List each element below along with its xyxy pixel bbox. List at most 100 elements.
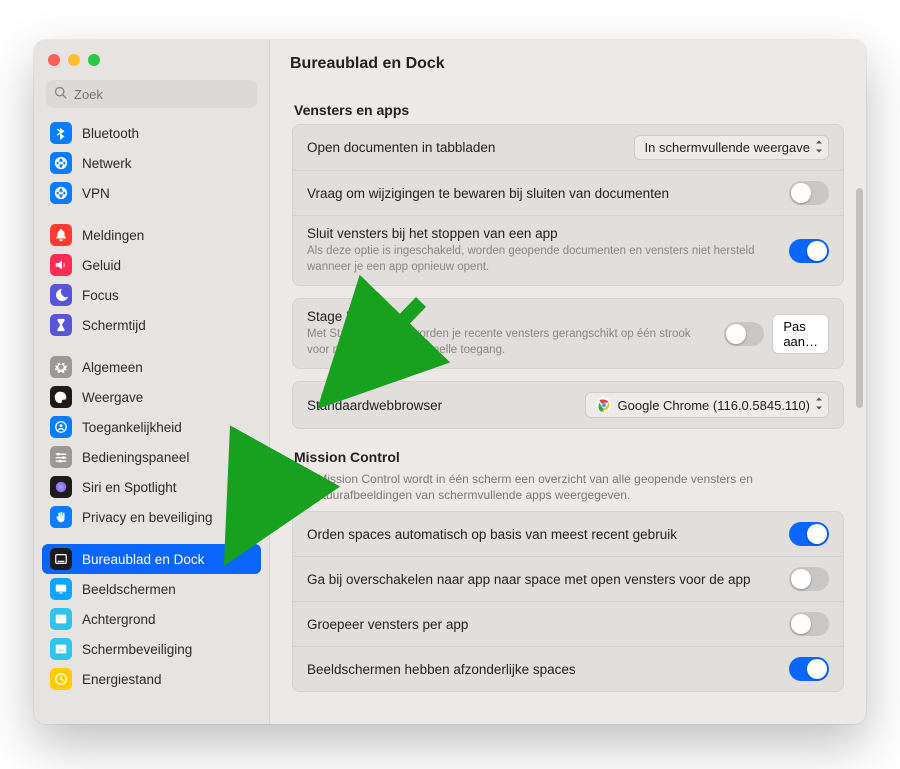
globe-icon (50, 182, 72, 204)
sliders-icon (50, 446, 72, 468)
default-browser-label: Standaardwebbrowser (307, 398, 442, 413)
open-docs-select[interactable]: In schermvullende weergave (634, 135, 829, 160)
sidebar-item-label: Energiestand (82, 672, 162, 687)
moon-icon (50, 284, 72, 306)
chrome-icon (596, 397, 612, 413)
section-heading-mission-control: Mission Control (294, 449, 844, 465)
sidebar-item-siri[interactable]: Siri en Spotlight (42, 472, 261, 502)
sidebar-item-vpn[interactable]: VPN (42, 178, 261, 208)
bluetooth-icon (50, 122, 72, 144)
siri-icon (50, 476, 72, 498)
globe-icon (50, 152, 72, 174)
separate-spaces-label: Beeldschermen hebben afzonderlijke space… (307, 662, 576, 677)
content-pane: Bureaublad en Dock Vensters en apps Open… (270, 40, 866, 724)
sidebar-item-focus[interactable]: Focus (42, 280, 261, 310)
zoom-window-button[interactable] (88, 54, 100, 66)
gear-icon (50, 356, 72, 378)
sidebar-item-label: Bureaublad en Dock (82, 552, 204, 567)
hourglass-icon (50, 314, 72, 336)
page-title: Bureaublad en Dock (270, 40, 866, 88)
search-input[interactable] (74, 87, 249, 102)
dock-icon (50, 548, 72, 570)
open-docs-value: In schermvullende weergave (645, 140, 810, 155)
default-browser-select[interactable]: Google Chrome (116.0.5845.110) (585, 392, 829, 418)
sidebar-item-label: Focus (82, 288, 119, 303)
separate-spaces-toggle[interactable] (789, 657, 829, 681)
sidebar-item-desktop[interactable]: Bureaublad en Dock (42, 544, 261, 574)
screensaver-icon (50, 638, 72, 660)
sidebar-item-displays[interactable]: Beeldschermen (42, 574, 261, 604)
mission-control-sub: Met Mission Control wordt in één scherm … (294, 471, 844, 503)
sidebar-item-bluetooth[interactable]: Bluetooth (42, 118, 261, 148)
sidebar-item-label: Algemeen (82, 360, 143, 375)
appearance-icon (50, 386, 72, 408)
ask-save-label: Vraag om wijzigingen te bewaren bij slui… (307, 186, 669, 201)
sidebar-item-label: Meldingen (82, 228, 144, 243)
sidebar-item-label: Weergave (82, 390, 143, 405)
sidebar-item-label: Achtergrond (82, 612, 156, 627)
sidebar-item-label: VPN (82, 186, 110, 201)
switch-space-toggle[interactable] (789, 567, 829, 591)
minimize-window-button[interactable] (68, 54, 80, 66)
sidebar-item-label: Bedieningspaneel (82, 450, 189, 465)
window-controls (34, 40, 269, 74)
sidebar-item-wallpaper[interactable]: Achtergrond (42, 604, 261, 634)
auto-spaces-label: Orden spaces automatisch op basis van me… (307, 527, 677, 542)
hand-icon (50, 506, 72, 528)
sidebar-item-label: Privacy en beveiliging (82, 510, 213, 525)
battery-icon (50, 668, 72, 690)
sidebar-item-general[interactable]: Algemeen (42, 352, 261, 382)
sidebar-item-screentime[interactable]: Schermtijd (42, 310, 261, 340)
sidebar-item-label: Bluetooth (82, 126, 139, 141)
sidebar-item-label: Geluid (82, 258, 121, 273)
speaker-icon (50, 254, 72, 276)
person-icon (50, 416, 72, 438)
close-windows-sub: Als deze optie is ingeschakeld, worden g… (307, 244, 775, 275)
sidebar-item-sound[interactable]: Geluid (42, 250, 261, 280)
default-browser-value: Google Chrome (116.0.5845.110) (618, 398, 810, 413)
mission-control-card: Orden spaces automatisch op basis van me… (292, 511, 844, 692)
close-window-button[interactable] (48, 54, 60, 66)
search-field[interactable] (46, 80, 257, 108)
ask-save-toggle[interactable] (789, 181, 829, 205)
stage-manager-customize-button[interactable]: Pas aan… (772, 314, 829, 354)
sidebar-item-notifications[interactable]: Meldingen (42, 220, 261, 250)
sidebar-list: Bluetooth Netwerk VPN Meldingen Geluid Focus S… (34, 118, 269, 724)
chevron-updown-icon (815, 140, 823, 155)
stage-manager-card: Stage Manager Met Stage Manager worden j… (292, 298, 844, 369)
stage-manager-label: Stage Manager Met Stage Manager worden j… (307, 309, 710, 358)
sidebar-item-label: Beeldschermen (82, 582, 176, 597)
search-icon (54, 86, 74, 103)
bell-icon (50, 224, 72, 246)
sidebar-item-accessibility[interactable]: Toegankelijkheid (42, 412, 261, 442)
chevron-updown-icon (815, 398, 823, 413)
stage-manager-sub: Met Stage Manager worden je recente vens… (307, 327, 710, 358)
windows-apps-card: Open documenten in tabbladen In schermvu… (292, 124, 844, 286)
sidebar-item-appearance[interactable]: Weergave (42, 382, 261, 412)
wallpaper-icon (50, 608, 72, 630)
sidebar-item-privacy[interactable]: Privacy en beveiliging (42, 502, 261, 532)
sidebar-item-label: Netwerk (82, 156, 132, 171)
sidebar-item-controlcenter[interactable]: Bedieningspaneel (42, 442, 261, 472)
close-windows-toggle[interactable] (789, 239, 829, 263)
settings-body: Vensters en apps Open documenten in tabb… (270, 88, 866, 724)
sidebar-item-screensaver[interactable]: Schermbeveiliging (42, 634, 261, 664)
auto-spaces-toggle[interactable] (789, 522, 829, 546)
group-windows-toggle[interactable] (789, 612, 829, 636)
switch-space-label: Ga bij overschakelen naar app naar space… (307, 572, 751, 587)
scrollbar[interactable] (856, 188, 863, 508)
sidebar-item-network[interactable]: Netwerk (42, 148, 261, 178)
close-windows-label: Sluit vensters bij het stoppen van een a… (307, 226, 775, 275)
section-heading-windows-apps: Vensters en apps (294, 102, 844, 118)
sidebar-item-energy[interactable]: Energiestand (42, 664, 261, 694)
open-docs-label: Open documenten in tabbladen (307, 140, 495, 155)
group-windows-label: Groepeer vensters per app (307, 617, 468, 632)
displays-icon (50, 578, 72, 600)
sidebar-item-label: Schermtijd (82, 318, 146, 333)
sidebar-item-label: Siri en Spotlight (82, 480, 177, 495)
sidebar-item-label: Toegankelijkheid (82, 420, 182, 435)
sidebar-item-label: Schermbeveiliging (82, 642, 192, 657)
default-browser-card: Standaardwebbrowser Google Chrome (116.0… (292, 381, 844, 429)
settings-window: Bluetooth Netwerk VPN Meldingen Geluid Focus S… (34, 40, 866, 724)
stage-manager-toggle[interactable] (724, 322, 764, 346)
